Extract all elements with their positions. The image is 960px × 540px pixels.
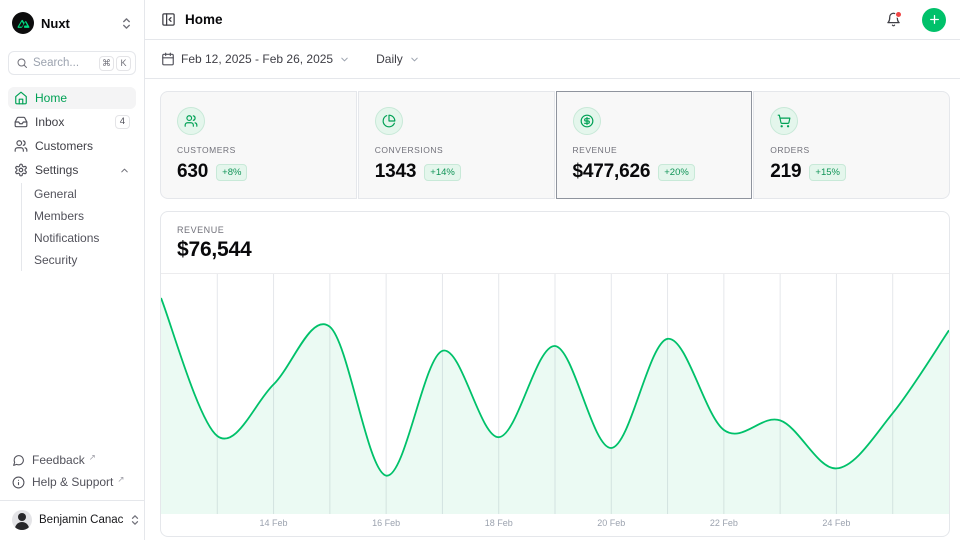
inbox-count-badge: 4 bbox=[115, 115, 130, 129]
kbd-cmd: ⌘ bbox=[99, 56, 114, 71]
stat-card-customers[interactable]: CUSTOMERS 630 +8% bbox=[160, 91, 357, 199]
chart-canvas[interactable] bbox=[161, 274, 949, 514]
content: CUSTOMERS 630 +8% CONVERSIONS 1343 +14% bbox=[145, 79, 960, 540]
plus-icon bbox=[928, 13, 941, 26]
stat-card-conversions[interactable]: CONVERSIONS 1343 +14% bbox=[358, 91, 555, 199]
search-icon bbox=[16, 57, 28, 69]
user-menu[interactable]: Benjamin Canac bbox=[8, 508, 136, 532]
workspace-switcher[interactable]: Nuxt bbox=[8, 10, 136, 36]
chevron-down-icon bbox=[339, 54, 350, 65]
sidebar-spacer bbox=[8, 271, 136, 449]
home-icon bbox=[14, 91, 28, 105]
add-button[interactable] bbox=[922, 8, 946, 32]
sidebar: Nuxt Search... ⌘ K Home Inbox 4 bbox=[0, 0, 145, 540]
stat-label: ORDERS bbox=[770, 145, 933, 155]
settings-subnav: General Members Notifications Security bbox=[21, 183, 136, 271]
cart-icon bbox=[770, 107, 798, 135]
stat-delta-badge: +14% bbox=[424, 164, 461, 181]
external-link-icon: ↗ bbox=[117, 474, 124, 485]
interval-select[interactable]: Daily bbox=[376, 52, 420, 66]
stat-delta-badge: +8% bbox=[216, 164, 247, 181]
stat-value: $477,626 bbox=[573, 161, 651, 183]
notifications-button[interactable] bbox=[886, 12, 901, 27]
sidebar-item-help-support[interactable]: Help & Support ↗ bbox=[8, 471, 136, 493]
x-axis-label: 24 Feb bbox=[822, 518, 850, 528]
chart-kicker: REVENUE bbox=[177, 225, 933, 235]
revenue-area-chart[interactable] bbox=[161, 274, 949, 514]
sidebar-item-feedback[interactable]: Feedback ↗ bbox=[8, 449, 136, 471]
avatar bbox=[12, 510, 32, 530]
stat-label: CONVERSIONS bbox=[375, 145, 538, 155]
sidebar-item-security[interactable]: Security bbox=[34, 249, 136, 271]
nuxt-logo-icon bbox=[12, 12, 34, 34]
revenue-chart-card: REVENUE $76,544 14 Feb 16 Feb 18 Feb 20 Feb… bbox=[160, 211, 950, 537]
stat-value: 630 bbox=[177, 161, 208, 183]
app-root: Nuxt Search... ⌘ K Home Inbox 4 bbox=[0, 0, 960, 540]
chart-x-axis: 14 Feb 16 Feb 18 Feb 20 Feb 22 Feb 24 Feb bbox=[161, 514, 949, 536]
sidebar-item-general[interactable]: General bbox=[34, 183, 136, 205]
panel-left-close-icon bbox=[161, 12, 176, 27]
page-title: Home bbox=[185, 12, 877, 27]
stat-delta-badge: +20% bbox=[658, 164, 695, 181]
search-shortcut: ⌘ K bbox=[99, 56, 131, 71]
kbd-k: K bbox=[116, 56, 131, 71]
sidebar-item-settings[interactable]: Settings bbox=[8, 159, 136, 181]
stat-value: 219 bbox=[770, 161, 801, 183]
filters-bar: Feb 12, 2025 - Feb 26, 2025 Daily bbox=[145, 40, 960, 79]
date-range-picker[interactable]: Feb 12, 2025 - Feb 26, 2025 bbox=[161, 52, 350, 66]
chevron-up-down-icon bbox=[130, 514, 140, 526]
chevron-up-down-icon bbox=[121, 17, 132, 30]
sidebar-item-members[interactable]: Members bbox=[34, 205, 136, 227]
pie-chart-icon bbox=[375, 107, 403, 135]
chart-header: REVENUE $76,544 bbox=[161, 212, 949, 274]
external-link-icon: ↗ bbox=[89, 452, 96, 463]
collapse-sidebar-button[interactable] bbox=[161, 12, 176, 27]
chat-bubble-icon bbox=[12, 454, 25, 467]
users-icon bbox=[14, 139, 28, 153]
search-input[interactable]: Search... ⌘ K bbox=[8, 51, 136, 75]
chevron-up-icon bbox=[119, 165, 130, 176]
x-axis-label: 20 Feb bbox=[597, 518, 625, 528]
x-axis-label: 14 Feb bbox=[260, 518, 288, 528]
workspace-name: Nuxt bbox=[41, 16, 114, 31]
notification-dot bbox=[895, 11, 902, 18]
user-name: Benjamin Canac bbox=[39, 514, 123, 526]
x-axis-label: 22 Feb bbox=[710, 518, 738, 528]
chart-headline-value: $76,544 bbox=[177, 238, 933, 262]
inbox-icon bbox=[14, 115, 28, 129]
x-axis-label: 16 Feb bbox=[372, 518, 400, 528]
users-icon bbox=[177, 107, 205, 135]
x-axis-label: 18 Feb bbox=[485, 518, 513, 528]
divider bbox=[0, 500, 144, 501]
chevron-down-icon bbox=[409, 54, 420, 65]
stat-label: CUSTOMERS bbox=[177, 145, 340, 155]
top-bar: Home bbox=[145, 0, 960, 40]
search-placeholder: Search... bbox=[33, 57, 94, 69]
sidebar-item-customers[interactable]: Customers bbox=[8, 135, 136, 157]
sidebar-nav: Home Inbox 4 Customers Settings General … bbox=[8, 87, 136, 271]
stat-value: 1343 bbox=[375, 161, 417, 183]
dollar-circle-icon bbox=[573, 107, 601, 135]
gear-icon bbox=[14, 163, 28, 177]
stat-card-revenue[interactable]: REVENUE $477,626 +20% bbox=[556, 91, 753, 199]
sidebar-item-notifications[interactable]: Notifications bbox=[34, 227, 136, 249]
stat-card-orders[interactable]: ORDERS 219 +15% bbox=[753, 91, 950, 199]
main-area: Home Feb 12, 2025 - Feb 26, 2025 Daily bbox=[145, 0, 960, 540]
sidebar-item-inbox[interactable]: Inbox 4 bbox=[8, 111, 136, 133]
calendar-icon bbox=[161, 52, 175, 66]
stat-label: REVENUE bbox=[573, 145, 736, 155]
sidebar-item-home[interactable]: Home bbox=[8, 87, 136, 109]
info-circle-icon bbox=[12, 476, 25, 489]
stats-row: CUSTOMERS 630 +8% CONVERSIONS 1343 +14% bbox=[160, 91, 950, 199]
stat-delta-badge: +15% bbox=[809, 164, 846, 181]
